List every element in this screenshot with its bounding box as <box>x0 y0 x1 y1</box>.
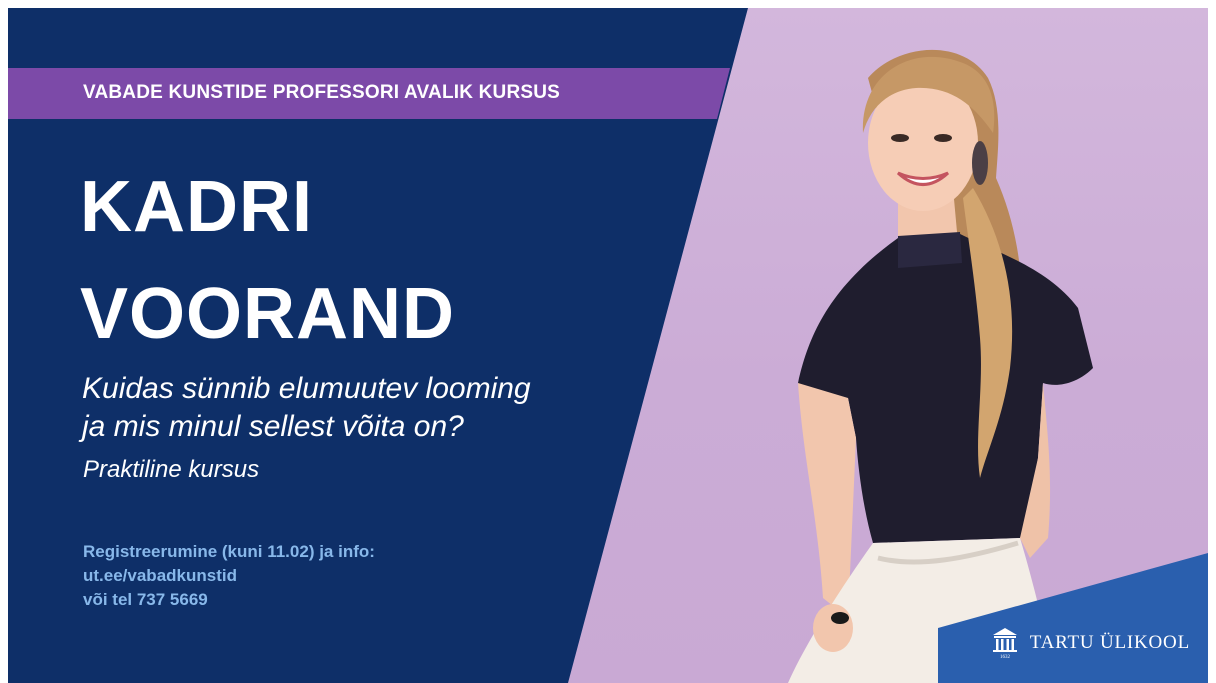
course-subtitle: Praktiline kursus <box>83 456 260 483</box>
course-type-heading: VABADE KUNSTIDE PROFESSORI AVALIK KURSUS <box>83 82 561 103</box>
registration-deadline: Registreerumine (kuni 11.02) ja info: <box>83 542 375 561</box>
speaker-portrait <box>788 49 1093 683</box>
university-logo: 1632 TARTU ÜLIKOOL <box>992 627 1190 659</box>
event-banner: VABADE KUNSTIDE PROFESSORI AVALIK KURSUS… <box>8 8 1208 683</box>
course-title-line: ja mis minul sellest võita on? <box>82 410 464 443</box>
university-name: TARTU ÜLIKOOL <box>1029 632 1190 653</box>
course-title: Kuidas sünnib elumuutev looming ja mis m… <box>82 370 531 446</box>
speaker-first-name: KADRI <box>80 167 313 247</box>
course-title-line: Kuidas sünnib elumuutev looming <box>82 372 531 405</box>
registration-phone: või tel 737 5669 <box>83 590 208 609</box>
founding-year: 1632 <box>1000 655 1011 659</box>
university-building-icon: 1632 <box>992 627 1018 659</box>
registration-url: ut.ee/vabadkunstid <box>83 566 237 585</box>
registration-info: Registreerumine (kuni 11.02) ja info: ut… <box>83 540 375 612</box>
speaker-last-name: VOORAND <box>80 274 456 354</box>
